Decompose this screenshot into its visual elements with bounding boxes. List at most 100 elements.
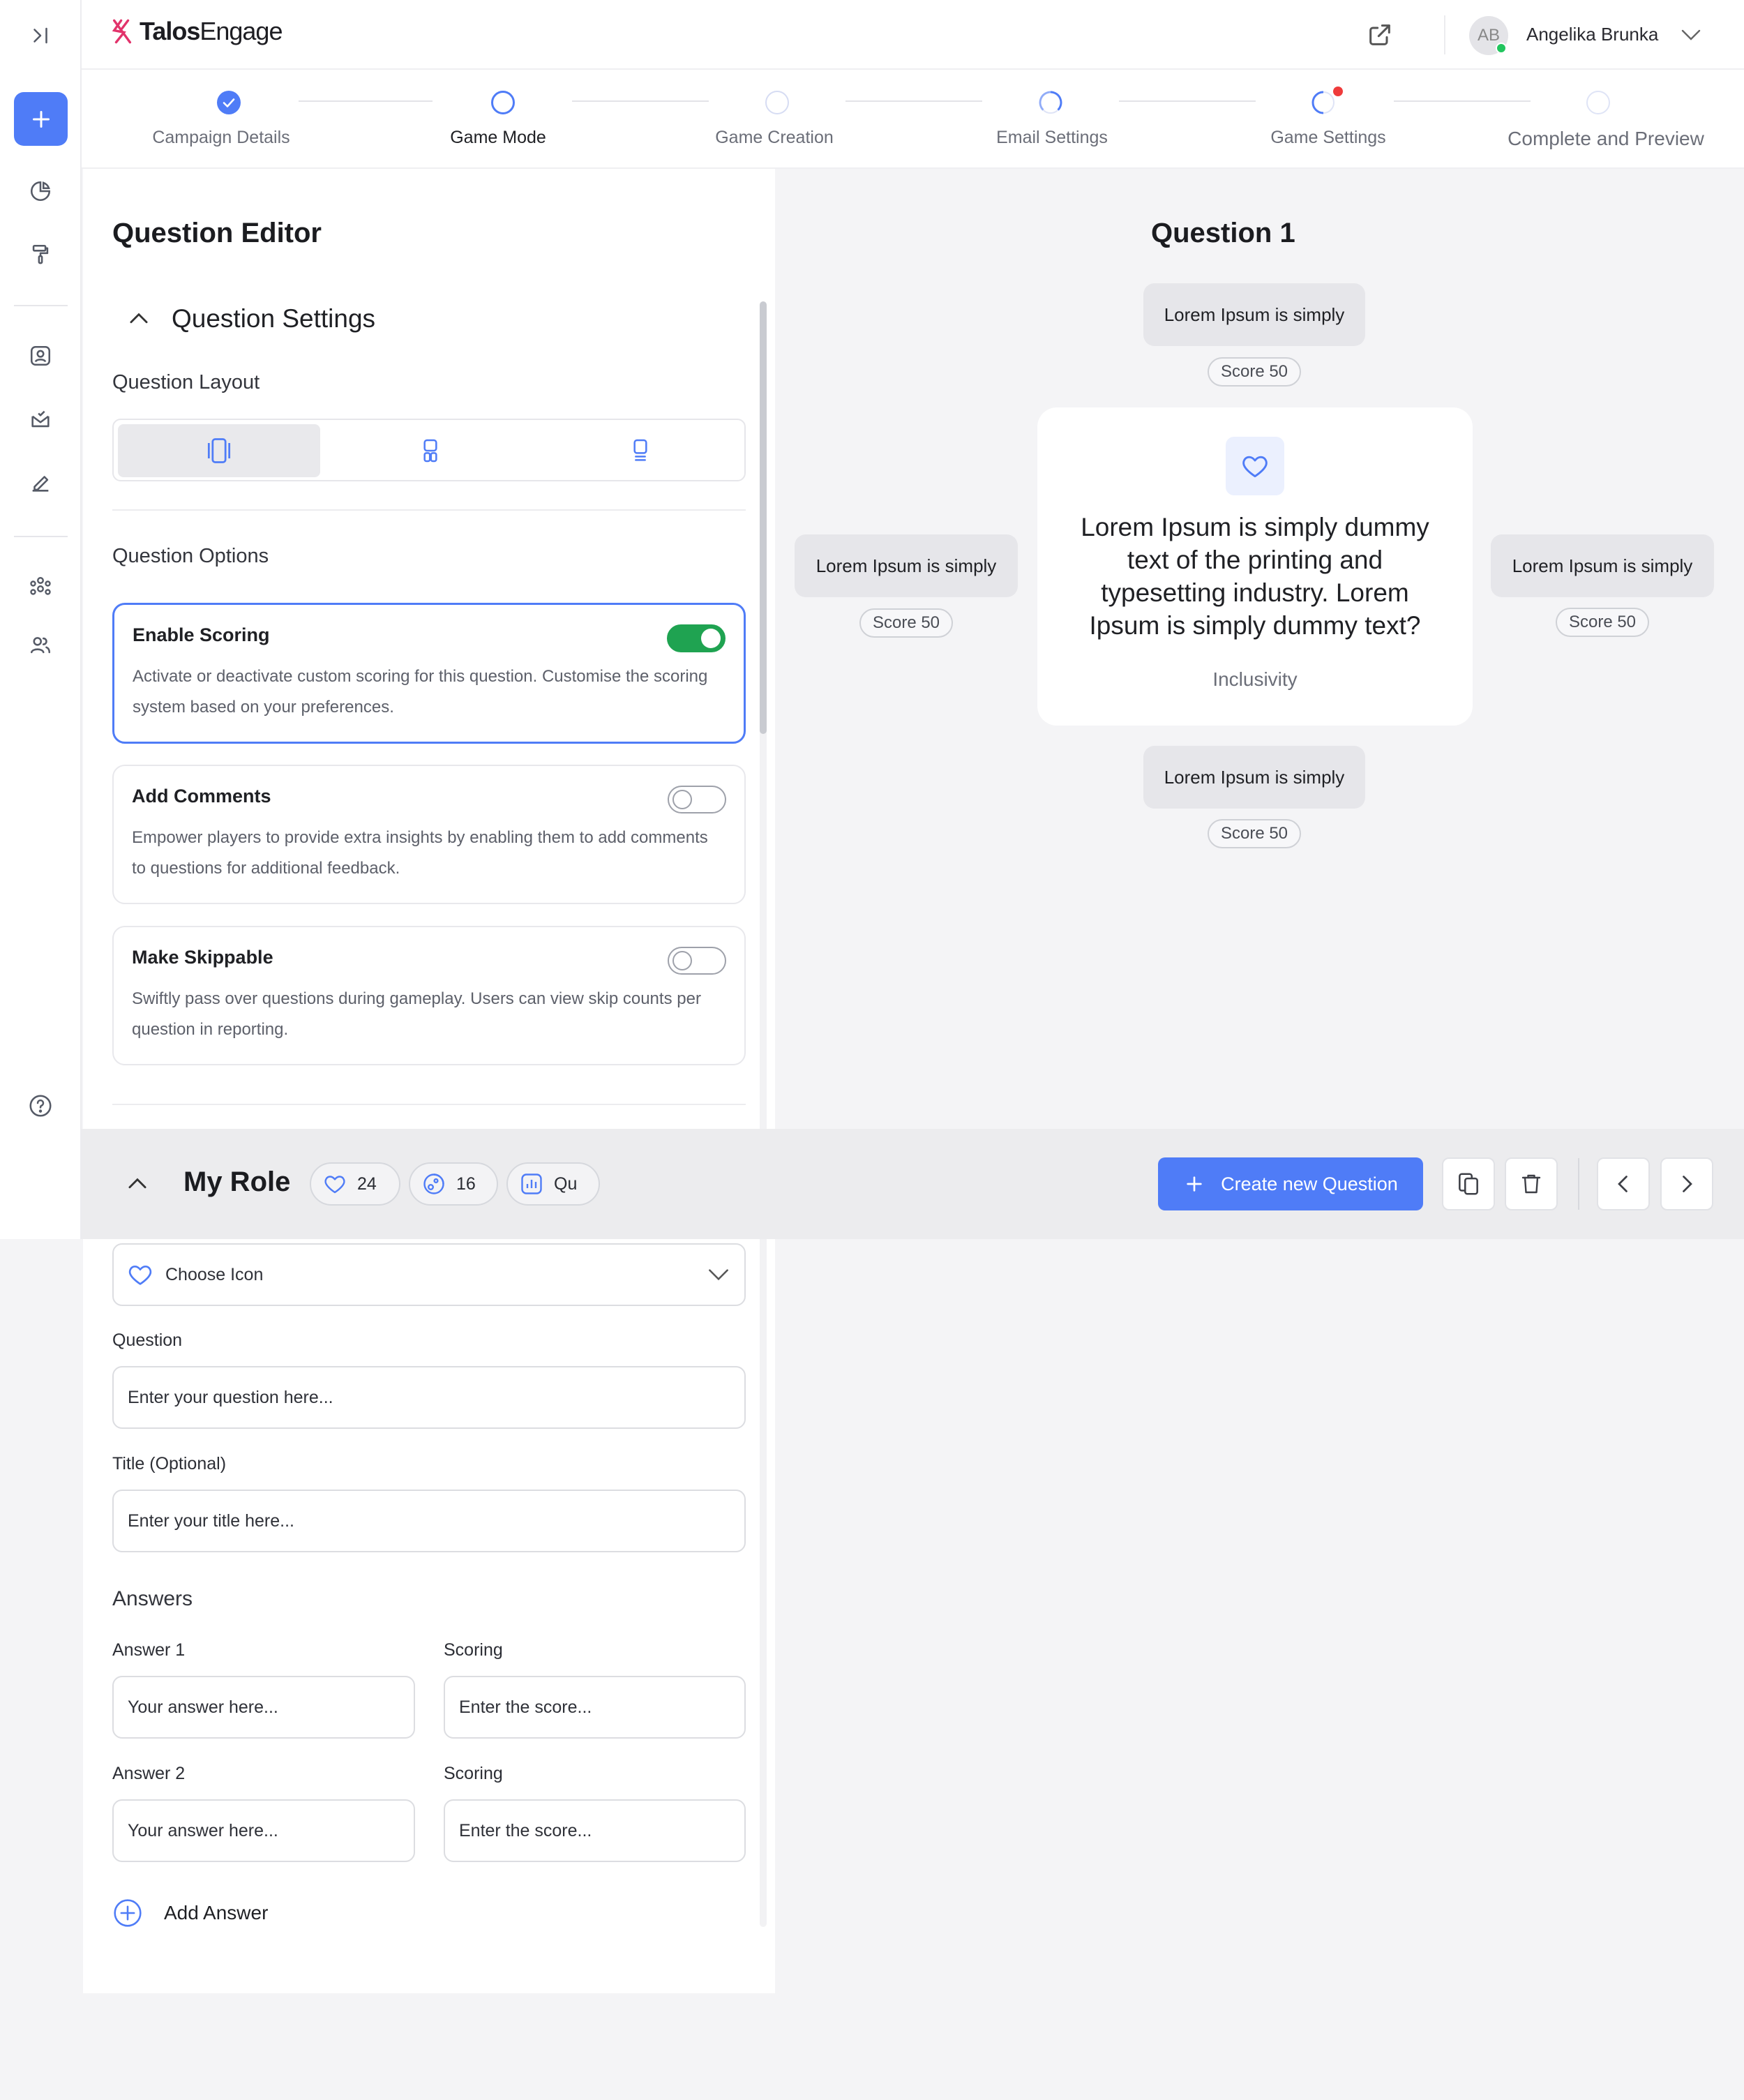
- step-label[interactable]: Game Creation: [715, 128, 834, 148]
- step-partial-indicator[interactable]: [1039, 91, 1062, 114]
- stat-value: 16: [456, 1173, 476, 1194]
- duplicate-button[interactable]: [1442, 1157, 1495, 1210]
- icon-select[interactable]: Choose Icon: [112, 1243, 746, 1306]
- scrollbar-thumb[interactable]: [760, 301, 767, 734]
- copy-icon: [1455, 1171, 1482, 1197]
- question-settings-header[interactable]: Question Settings: [126, 304, 375, 333]
- users-icon[interactable]: [24, 629, 57, 661]
- alert-dot: [1333, 87, 1343, 96]
- preview-answer-chip[interactable]: Lorem Ipsum is simply: [1143, 283, 1365, 346]
- user-card-icon[interactable]: [24, 340, 57, 372]
- preview-score-chip: Score 50: [859, 608, 953, 638]
- option-card-enable-scoring[interactable]: Enable Scoring Activate or deactivate cu…: [112, 603, 746, 744]
- step-current-indicator[interactable]: [491, 91, 515, 114]
- question-input[interactable]: [112, 1366, 746, 1429]
- mail-check-icon[interactable]: [24, 403, 57, 435]
- add-comments-toggle[interactable]: [668, 786, 726, 813]
- step-partial-indicator[interactable]: [1311, 91, 1335, 114]
- divider: [112, 509, 746, 511]
- step-pending-indicator[interactable]: [765, 91, 789, 114]
- preview-question-text: Lorem Ipsum is simply dummy text of the …: [1081, 513, 1429, 640]
- question-group-title: My Role: [183, 1167, 291, 1197]
- step-connector: [1119, 100, 1256, 102]
- step-label[interactable]: Email Settings: [996, 128, 1108, 148]
- step-label[interactable]: Complete and Preview: [1508, 128, 1704, 150]
- title-label: Title (Optional): [112, 1454, 227, 1473]
- preview-score-chip: Score 50: [1208, 819, 1301, 848]
- layout-option-carousel[interactable]: [118, 424, 320, 477]
- stat-pill-hearts[interactable]: 24: [310, 1162, 400, 1206]
- preview-answer-chip[interactable]: Lorem Ipsum is simply: [1143, 746, 1365, 809]
- title-input[interactable]: [112, 1490, 746, 1552]
- plus-icon: [1187, 1176, 1202, 1192]
- scoring-label: Scoring: [444, 1640, 503, 1660]
- layout-option-grid[interactable]: [329, 424, 532, 477]
- chevron-down-icon[interactable]: [1678, 22, 1704, 47]
- collapse-icon[interactable]: [24, 20, 57, 52]
- heart-icon: [322, 1171, 347, 1197]
- chevron-down-icon: [705, 1261, 732, 1288]
- preview-answer-chip[interactable]: Lorem Ipsum is simply: [1491, 534, 1714, 597]
- preview-score-chip: Score 50: [1208, 357, 1301, 387]
- option-card-add-comments[interactable]: Add Comments Empower players to provide …: [112, 765, 746, 904]
- layout-carousel-icon: [204, 435, 234, 466]
- previous-question-button[interactable]: [1597, 1157, 1650, 1210]
- chevron-up-icon[interactable]: [124, 1171, 151, 1197]
- answer-input[interactable]: [112, 1676, 415, 1739]
- user-name[interactable]: Angelika Brunka: [1526, 24, 1658, 45]
- next-question-button[interactable]: [1660, 1157, 1713, 1210]
- delete-button[interactable]: [1505, 1157, 1558, 1210]
- step-done-check-icon[interactable]: [217, 91, 241, 114]
- preview-answer-chip[interactable]: Lorem Ipsum is simply: [795, 534, 1018, 597]
- step-connector: [299, 100, 433, 102]
- step-label[interactable]: Game Mode: [450, 128, 546, 148]
- team-icon[interactable]: [24, 571, 57, 603]
- logo-text: TalosEngage: [140, 17, 283, 45]
- pen-icon[interactable]: [24, 467, 57, 499]
- preview-score-chip: Score 50: [1556, 608, 1649, 637]
- add-answer-button[interactable]: Add Answer: [112, 1898, 268, 1928]
- enable-scoring-toggle[interactable]: [667, 624, 726, 652]
- option-description: Swiftly pass over questions during gamep…: [132, 989, 701, 1039]
- create-question-label: Create new Question: [1221, 1173, 1398, 1194]
- preview-question-title: Question 1: [1151, 218, 1295, 248]
- step-label[interactable]: Campaign Details: [152, 128, 290, 148]
- help-icon[interactable]: [24, 1090, 57, 1122]
- layout-grid-icon: [416, 437, 444, 465]
- stat-pill-chart[interactable]: Qu: [506, 1162, 600, 1206]
- logo[interactable]: TalosEngage: [110, 17, 283, 46]
- score-input[interactable]: [444, 1676, 746, 1739]
- score-input[interactable]: [444, 1799, 746, 1862]
- preview-question-card: Lorem Ipsum is simply dummy text of the …: [1037, 407, 1473, 726]
- paint-roller-icon[interactable]: [24, 239, 57, 271]
- option-card-make-skippable[interactable]: Make Skippable Swiftly pass over questio…: [112, 926, 746, 1065]
- sidebar: [0, 0, 82, 1239]
- add-icon[interactable]: [14, 92, 68, 146]
- chart-icon: [519, 1171, 544, 1197]
- online-status-dot: [1496, 43, 1507, 54]
- option-title: Make Skippable: [132, 947, 273, 968]
- step-connector: [845, 100, 982, 102]
- step-label[interactable]: Game Settings: [1270, 128, 1385, 148]
- create-question-button[interactable]: Create new Question: [1158, 1157, 1423, 1210]
- option-title: Enable Scoring: [133, 624, 270, 645]
- icon-select-value: Choose Icon: [165, 1264, 264, 1284]
- step-pending-indicator[interactable]: [1586, 91, 1610, 114]
- divider: [112, 1104, 746, 1105]
- option-description: Activate or deactivate custom scoring fo…: [133, 667, 708, 717]
- layout-option-list[interactable]: [539, 424, 742, 477]
- step-connector: [1394, 100, 1531, 102]
- option-title: Add Comments: [132, 786, 271, 807]
- layout-label: Question Layout: [112, 371, 260, 393]
- stat-pill-palette[interactable]: 16: [409, 1162, 498, 1206]
- external-link-icon[interactable]: [1366, 21, 1394, 49]
- preview-category: Inclusivity: [1212, 668, 1298, 690]
- make-skippable-toggle[interactable]: [668, 947, 726, 975]
- step-connector: [572, 100, 709, 102]
- chevron-left-icon: [1611, 1171, 1636, 1197]
- answer-input[interactable]: [112, 1799, 415, 1862]
- option-description: Empower players to provide extra insight…: [132, 828, 708, 878]
- analytics-icon[interactable]: [24, 175, 57, 207]
- scoring-label: Scoring: [444, 1764, 503, 1783]
- chevron-up-icon[interactable]: [126, 306, 152, 332]
